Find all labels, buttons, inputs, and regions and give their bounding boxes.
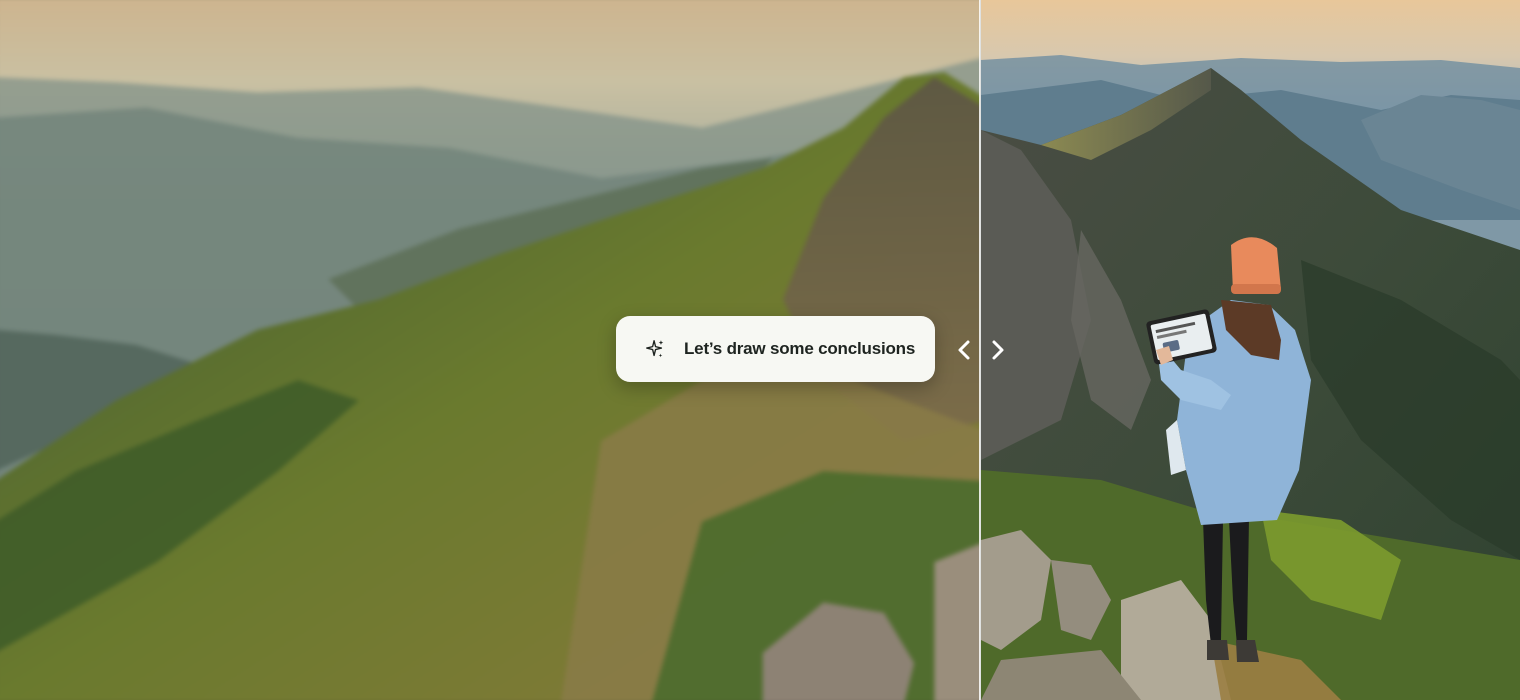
hiker-landscape bbox=[981, 0, 1520, 700]
after-image bbox=[981, 0, 1520, 700]
image-comparison-slider: Let’s draw some conclusions bbox=[0, 0, 1520, 700]
chevron-right-icon[interactable] bbox=[989, 338, 1007, 362]
comparison-handle[interactable] bbox=[955, 336, 1007, 364]
prompt-pill[interactable]: Let’s draw some conclusions bbox=[616, 316, 935, 382]
chevron-left-icon[interactable] bbox=[955, 338, 973, 362]
sparkle-icon bbox=[644, 338, 666, 360]
prompt-text: Let’s draw some conclusions bbox=[684, 339, 916, 358]
